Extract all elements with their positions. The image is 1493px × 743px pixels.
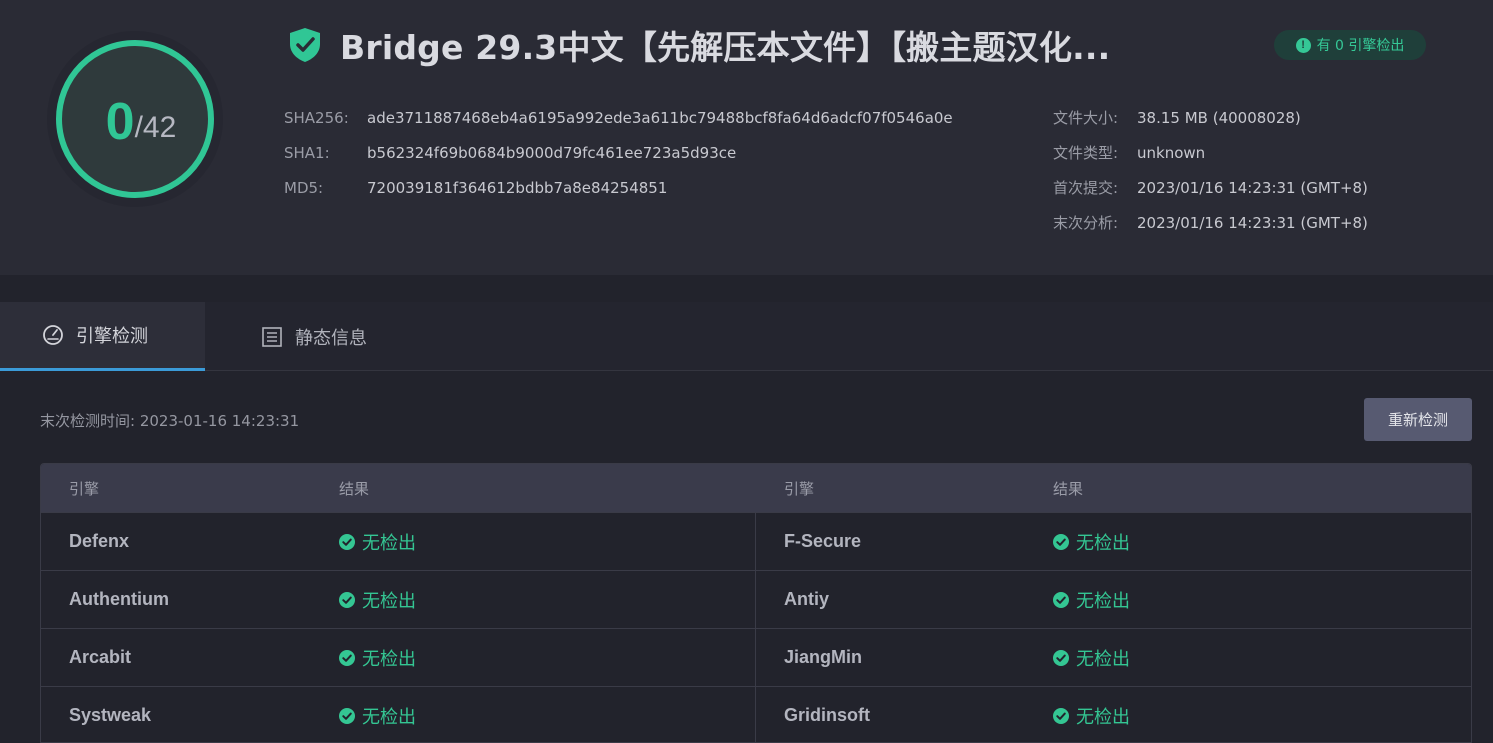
check-circle-icon xyxy=(1053,649,1069,666)
engine-result: 无检出 xyxy=(339,629,416,686)
engine-name: Gridinsoft xyxy=(784,705,870,725)
table-row: Authentium 无检出 Antiy 无检出 xyxy=(41,570,1471,628)
detection-score-ring: 0 /42 xyxy=(40,30,230,210)
engine-name: Authentium xyxy=(69,589,169,609)
engine-name: Arcabit xyxy=(69,647,132,667)
hash-list: SHA256: ade3711887468eb4a6195a992ede3a61… xyxy=(284,100,953,205)
meta-label: 末次分析: xyxy=(1053,214,1119,232)
check-circle-icon xyxy=(1053,591,1069,608)
tab-engine-detection[interactable]: 引擎检测 xyxy=(0,302,205,371)
check-circle-icon xyxy=(339,649,355,666)
engine-name: JiangMin xyxy=(784,647,863,667)
list-icon xyxy=(262,326,282,347)
file-meta-list: 文件大小: 38.15 MB (40008028) 文件类型: unknown … xyxy=(1053,100,1368,240)
hash-value[interactable]: ade3711887468eb4a6195a992ede3a611bc79488… xyxy=(367,109,953,127)
engine-total: /42 xyxy=(134,111,177,144)
tab-static-info[interactable]: 静态信息 xyxy=(205,302,367,371)
tab-label: 引擎检测 xyxy=(76,326,148,347)
detection-badge-label: 有 0 引擎检出 xyxy=(1316,38,1405,54)
tab-bar: 引擎检测 静态信息 xyxy=(0,302,1493,371)
check-circle-icon xyxy=(1053,707,1069,724)
check-circle-icon xyxy=(339,591,355,608)
hash-label: MD5: xyxy=(284,178,324,197)
table-header: 引擎 结果 引擎 结果 xyxy=(41,464,1471,512)
table-row: Defenx 无检出 F-Secure 无检出 xyxy=(41,512,1471,570)
detection-badge: ! 有 0 引擎检出 xyxy=(1274,30,1426,60)
engine-result: 无检出 xyxy=(339,687,416,742)
meta-row-file-size: 文件大小: 38.15 MB (40008028) xyxy=(1053,100,1368,135)
hash-row-sha256: SHA256: ade3711887468eb4a6195a992ede3a61… xyxy=(284,100,953,135)
engine-name: Systweak xyxy=(69,705,152,725)
meta-row-last-analysis: 末次分析: 2023/01/16 14:23:31 (GMT+8) xyxy=(1053,205,1368,240)
file-summary: 0 /42 Bridge 29.3中文【先解压本文件】【搬主题汉化... ! 有… xyxy=(0,0,1493,275)
check-circle-icon xyxy=(339,707,355,724)
engine-result: 无检出 xyxy=(1053,629,1130,686)
hash-value[interactable]: b562324f69b0684b9000d79fc461ee723a5d93ce xyxy=(367,144,736,162)
meta-value: unknown xyxy=(1137,143,1206,162)
file-title: Bridge 29.3中文【先解压本文件】【搬主题汉化... xyxy=(340,28,1111,67)
result-label: 无检出 xyxy=(1076,648,1130,670)
meta-label: 文件大小: xyxy=(1053,109,1119,127)
last-check-time: 末次检测时间: 2023-01-16 14:23:31 xyxy=(40,412,300,430)
detection-count: 0 xyxy=(105,93,135,151)
meta-value: 38.15 MB (40008028) xyxy=(1137,108,1301,127)
tab-label: 静态信息 xyxy=(295,327,367,349)
engine-result: 无检出 xyxy=(1053,571,1130,628)
engine-result: 无检出 xyxy=(1053,687,1130,742)
meta-value: 2023/01/16 14:23:31 (GMT+8) xyxy=(1137,178,1368,197)
hash-label: SHA1: xyxy=(284,143,330,162)
result-label: 无检出 xyxy=(362,532,416,554)
result-label: 无检出 xyxy=(1076,532,1130,554)
check-circle-icon xyxy=(1053,533,1069,550)
check-circle-icon xyxy=(339,533,355,550)
table-body: Defenx 无检出 F-Secure 无检出 Authentium 无检出 A… xyxy=(41,512,1471,742)
meta-value: 2023/01/16 14:23:31 (GMT+8) xyxy=(1137,213,1368,232)
header-engine: 引擎 xyxy=(69,479,100,498)
hash-value[interactable]: 720039181f364612bdbb7a8e84254851 xyxy=(367,179,667,197)
engine-result: 无检出 xyxy=(1053,513,1130,570)
shield-check-icon xyxy=(290,28,320,62)
engine-results-table: 引擎 结果 引擎 结果 Defenx 无检出 F-Secure 无检出 Auth… xyxy=(40,463,1472,743)
rescan-button[interactable]: 重新检测 xyxy=(1364,398,1472,441)
meta-label: 文件类型: xyxy=(1053,144,1119,162)
exclamation-icon: ! xyxy=(1295,37,1311,53)
hash-row-sha1: SHA1: b562324f69b0684b9000d79fc461ee723a… xyxy=(284,135,953,170)
engine-name: Defenx xyxy=(69,531,130,551)
engine-name: F-Secure xyxy=(784,531,862,551)
hash-row-md5: MD5: 720039181f364612bdbb7a8e84254851 xyxy=(284,170,953,205)
result-label: 无检出 xyxy=(1076,590,1130,612)
result-label: 无检出 xyxy=(362,590,416,612)
table-row: Systweak 无检出 Gridinsoft 无检出 xyxy=(41,686,1471,742)
engine-result: 无检出 xyxy=(339,513,416,570)
result-label: 无检出 xyxy=(362,648,416,670)
header-result: 结果 xyxy=(1053,479,1084,498)
result-label: 无检出 xyxy=(362,706,416,728)
engine-result: 无检出 xyxy=(339,571,416,628)
engine-name: Antiy xyxy=(784,589,829,609)
meta-row-first-submit: 首次提交: 2023/01/16 14:23:31 (GMT+8) xyxy=(1053,170,1368,205)
result-label: 无检出 xyxy=(1076,706,1130,728)
gauge-icon xyxy=(43,325,63,345)
title-row: Bridge 29.3中文【先解压本文件】【搬主题汉化... xyxy=(288,22,1110,68)
table-row: Arcabit 无检出 JiangMin 无检出 xyxy=(41,628,1471,686)
header-engine: 引擎 xyxy=(784,479,815,498)
meta-label: 首次提交: xyxy=(1053,179,1119,197)
meta-row-file-type: 文件类型: unknown xyxy=(1053,135,1368,170)
header-result: 结果 xyxy=(339,479,370,498)
hash-label: SHA256: xyxy=(284,108,349,127)
